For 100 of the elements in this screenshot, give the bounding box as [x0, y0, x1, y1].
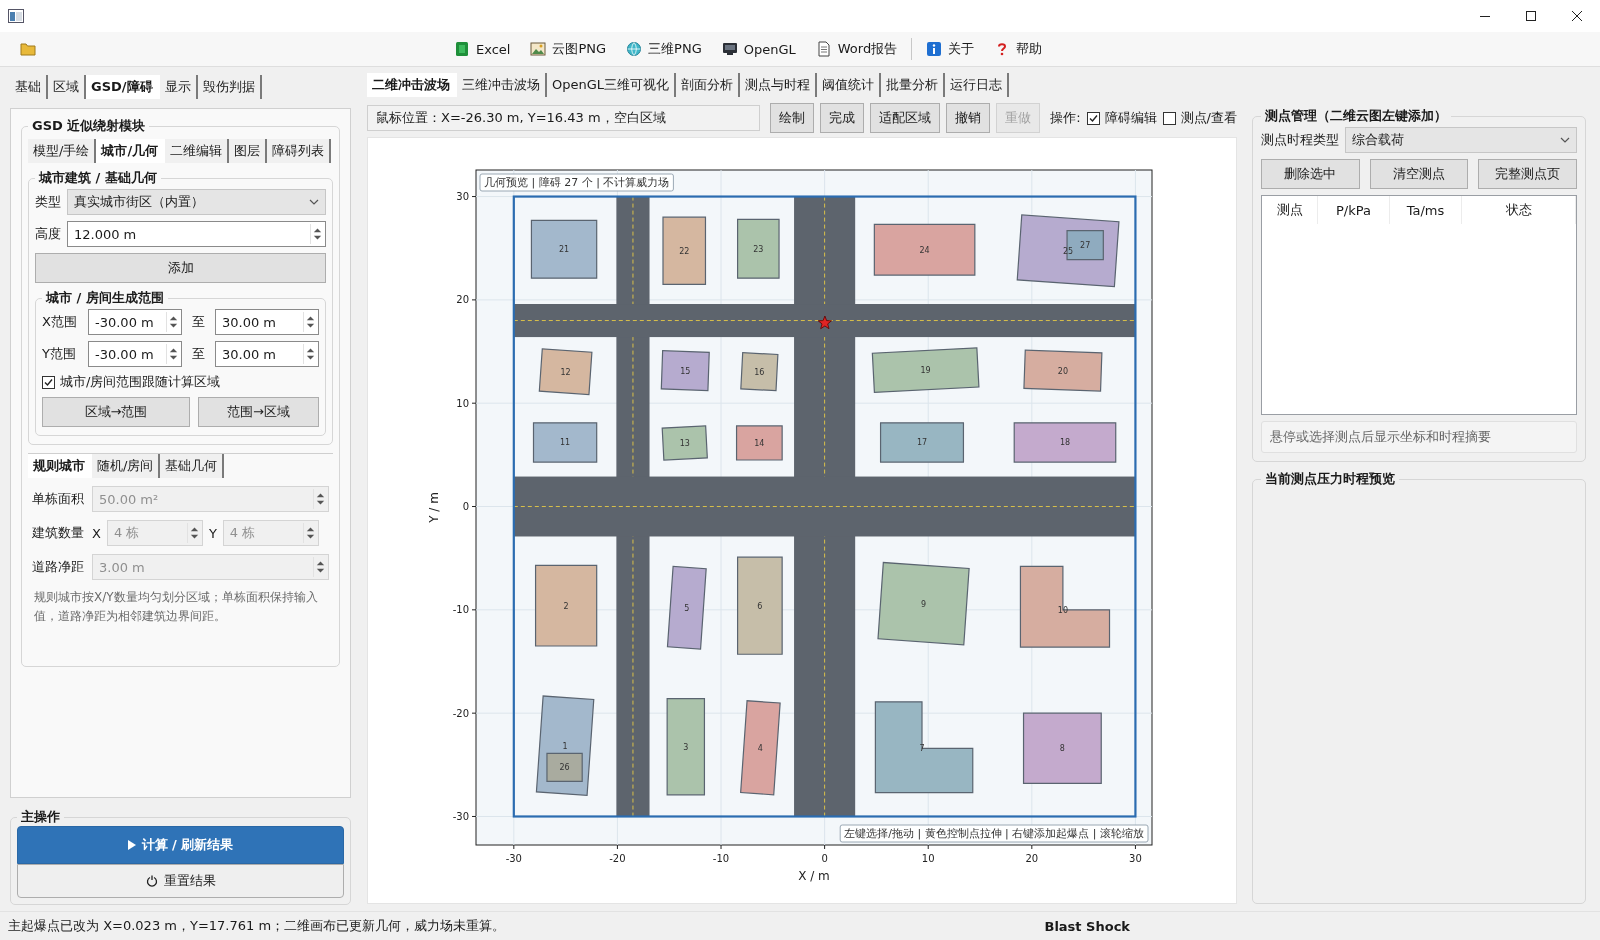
field-label: X范围 [42, 313, 78, 331]
app-icon [8, 9, 24, 23]
building-number: 24 [919, 245, 930, 255]
group-title: 当前测点压力时程预览 [1264, 470, 1396, 488]
tick-label: 0 [821, 853, 828, 864]
calculate-button[interactable]: 计算 / 刷新结果 [17, 826, 344, 864]
height-field[interactable]: 12.000 m [67, 221, 326, 247]
tab[interactable]: 图层 [229, 139, 268, 163]
probe-button[interactable]: 删除选中 [1261, 159, 1360, 189]
field-label: 道路净距 [32, 558, 85, 576]
globe-icon [626, 41, 643, 57]
building-number: 3 [683, 742, 689, 752]
tab[interactable]: GSD/障碍 [86, 75, 160, 99]
tick-label: -30 [505, 853, 522, 864]
probe-summary: 悬停或选择测点后显示坐标和时程摘要 [1261, 421, 1577, 453]
range-field[interactable]: -30.00 m [88, 309, 182, 335]
building-number: 18 [1059, 438, 1071, 448]
plot-hint: 左键选择/拖动 | 黄色控制点拉伸 | 右键添加起爆点 | 滚轮缩放 [839, 824, 1149, 843]
tab[interactable]: 规则城市 [28, 454, 92, 478]
spreadsheet-icon [454, 41, 470, 57]
toolbar-button[interactable]: 完成 [820, 103, 865, 133]
building-number: 20 [1057, 366, 1068, 376]
tick-label: 20 [456, 294, 469, 306]
toolbar-button[interactable]: 绘制 [770, 103, 815, 133]
range-field[interactable]: 30.00 m [215, 309, 319, 335]
close-icon [1572, 11, 1582, 21]
building-number: 25 [1063, 246, 1074, 256]
toolbar-button[interactable]: 三维PNG [616, 35, 712, 63]
building-number: 6 [757, 601, 763, 611]
folder-icon [20, 41, 36, 57]
column-header: Ta/ms [1390, 196, 1462, 224]
tab[interactable]: 随机/房间 [92, 454, 161, 478]
axis-title: X / m [798, 869, 830, 883]
tab[interactable]: 二维冲击波场 [367, 73, 457, 97]
mode-checkbox[interactable]: 障碍编辑 [1086, 109, 1157, 127]
tick-label: -20 [452, 707, 469, 719]
tick-label: -20 [609, 853, 626, 864]
range-button[interactable]: 区域→范围 [42, 397, 190, 427]
building-number: 8 [1059, 744, 1065, 754]
toolbar-button[interactable]: 云图PNG [520, 35, 617, 63]
spinner-icon [313, 557, 327, 577]
spinner-icon [303, 344, 317, 364]
help-text: 规则城市按X/Y数量均匀划分区域；单栋面积保持输入值，道路净距为相邻建筑边界间距。 [33, 589, 319, 625]
group-title: 城市建筑 / 基础几何 [37, 169, 158, 187]
building-number: 26 [559, 763, 570, 773]
tick-label: 10 [456, 397, 469, 409]
toolbar-button[interactable]: 帮助 [984, 35, 1053, 63]
toolbar-button[interactable]: 撤销 [946, 103, 991, 133]
document-icon [815, 41, 832, 57]
tab[interactable]: 二维编辑 [165, 139, 230, 163]
probe-button[interactable]: 完整测点页 [1478, 159, 1577, 189]
follow-region-checkbox[interactable]: 城市/房间范围跟随计算区域 [42, 373, 221, 391]
tick-label: 30 [456, 191, 469, 203]
toolbar-button[interactable]: 关于 [916, 35, 985, 63]
toolbar-button[interactable]: Excel [444, 35, 521, 63]
spinner-icon [166, 344, 180, 364]
add-button[interactable]: 添加 [35, 253, 326, 283]
probe-type-dropdown[interactable]: 综合载荷 [1345, 127, 1577, 153]
group-title: 测点管理（二维云图左键添加） [1264, 107, 1448, 125]
field-label: 类型 [35, 193, 61, 211]
tab[interactable]: 基础几何 [160, 454, 225, 478]
star-marker [817, 315, 832, 330]
building-number: 13 [679, 439, 690, 448]
image-icon [530, 41, 547, 57]
building-number: 2 [563, 601, 569, 611]
building-number: 11 [560, 438, 571, 448]
play-icon [127, 840, 136, 850]
probe-button[interactable]: 清空测点 [1369, 159, 1469, 189]
column-header: 测点 [1262, 196, 1318, 224]
building-number: 10 [1057, 605, 1068, 615]
toolbar-button[interactable]: Word报告 [805, 35, 908, 63]
column-header: P/kPa [1318, 196, 1390, 224]
status-message: 主起爆点已改为 X=0.023 m，Y=17.761 m；二维画布已更新几何，威力场未重算。 [8, 917, 506, 935]
tab[interactable]: 模型/手绘 [28, 139, 97, 163]
checkbox-icon [1162, 111, 1176, 125]
building-number: 14 [754, 439, 765, 448]
monitor-icon [721, 41, 738, 57]
toolbar-button[interactable]: OpenGL [711, 35, 806, 63]
building-number: 27 [1080, 241, 1091, 251]
tick-label: 30 [1129, 853, 1142, 864]
field-label: 测点时程类型 [1261, 131, 1339, 149]
building-number: 5 [684, 603, 690, 613]
building-number: 7 [919, 744, 925, 754]
tab[interactable]: 障碍列表 [267, 139, 332, 163]
building-number: 22 [679, 246, 690, 256]
range-field[interactable]: 30.00 m [215, 341, 319, 367]
app-name: Blast Shock [1044, 918, 1130, 934]
toolbar-button[interactable]: 适配区域 [870, 103, 941, 133]
range-field[interactable]: -30.00 m [88, 341, 182, 367]
building-number: 21 [558, 245, 570, 255]
range-button[interactable]: 范围→区域 [198, 397, 319, 427]
spinner-icon [313, 489, 327, 509]
mode-label: 操作: [1050, 109, 1081, 127]
tab[interactable]: 城市/几何 [96, 139, 166, 163]
group-title: 城市 / 房间生成范围 [44, 289, 165, 307]
spinner-icon [302, 523, 317, 543]
mode-checkbox[interactable]: 测点/查看 [1162, 109, 1237, 127]
type-dropdown[interactable]: 真实城市街区（内置） [67, 189, 326, 215]
mouse-position-field: 鼠标位置：X=-26.30 m, Y=16.43 m，空白区域 [367, 105, 761, 131]
reset-button[interactable]: 重置结果 [17, 864, 344, 898]
